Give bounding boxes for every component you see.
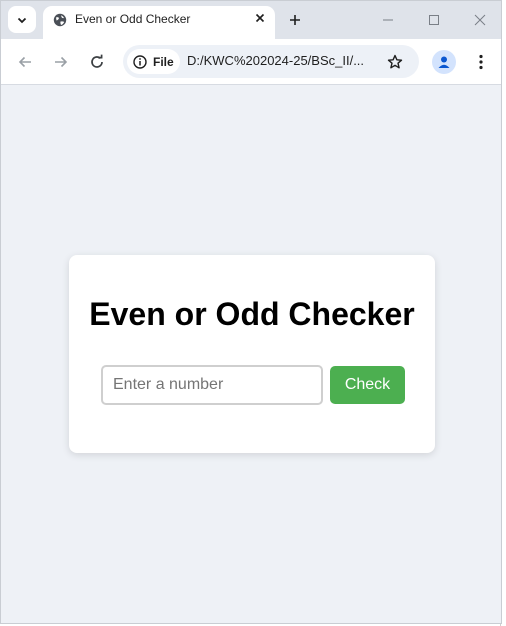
- reload-icon: [91, 54, 103, 68]
- tab-title: Even or Odd Checker: [75, 12, 191, 26]
- site-info-chip[interactable]: File: [127, 49, 180, 74]
- browser-window: Even or Odd Checker File D:/KWC%202024-2…: [0, 0, 502, 624]
- reload-button[interactable]: [83, 48, 111, 76]
- globe-icon: [53, 13, 67, 27]
- person-icon: [438, 56, 450, 68]
- profile-button[interactable]: [432, 50, 456, 74]
- close-icon: [474, 14, 486, 26]
- check-button[interactable]: Check: [330, 366, 405, 404]
- tab-active[interactable]: Even or Odd Checker: [43, 6, 275, 39]
- page-viewport: Even or Odd Checker Check: [1, 86, 501, 623]
- arrow-right-icon: [55, 56, 68, 68]
- info-icon: [133, 54, 147, 69]
- browser-menu-button[interactable]: [469, 50, 493, 74]
- site-info-label: File: [153, 54, 174, 69]
- close-icon: [255, 13, 265, 23]
- chevron-down-icon: [17, 17, 27, 23]
- maximize-button[interactable]: [421, 7, 447, 33]
- more-vert-icon: [479, 54, 483, 70]
- minimize-icon: [383, 19, 393, 21]
- tab-strip: Even or Odd Checker: [1, 1, 501, 39]
- tab-close-button[interactable]: [251, 9, 269, 27]
- back-button[interactable]: [11, 48, 39, 76]
- arrow-left-icon: [18, 56, 31, 68]
- address-bar[interactable]: File D:/KWC%202024-25/BSc_II/...: [123, 45, 419, 78]
- number-input[interactable]: [101, 365, 323, 405]
- checker-card: Even or Odd Checker Check: [69, 255, 435, 453]
- new-tab-button[interactable]: [283, 8, 307, 32]
- close-window-button[interactable]: [467, 7, 493, 33]
- maximize-icon: [429, 15, 439, 25]
- forward-button[interactable]: [47, 48, 75, 76]
- browser-toolbar: File D:/KWC%202024-25/BSc_II/...: [1, 39, 501, 85]
- bookmark-button[interactable]: [383, 50, 407, 74]
- page-title: Even or Odd Checker: [89, 296, 415, 332]
- url-text[interactable]: D:/KWC%202024-25/BSc_II/...: [187, 53, 364, 68]
- minimize-button[interactable]: [375, 7, 401, 33]
- plus-icon: [290, 15, 300, 25]
- star-icon: [387, 54, 403, 69]
- tab-search-button[interactable]: [8, 6, 36, 33]
